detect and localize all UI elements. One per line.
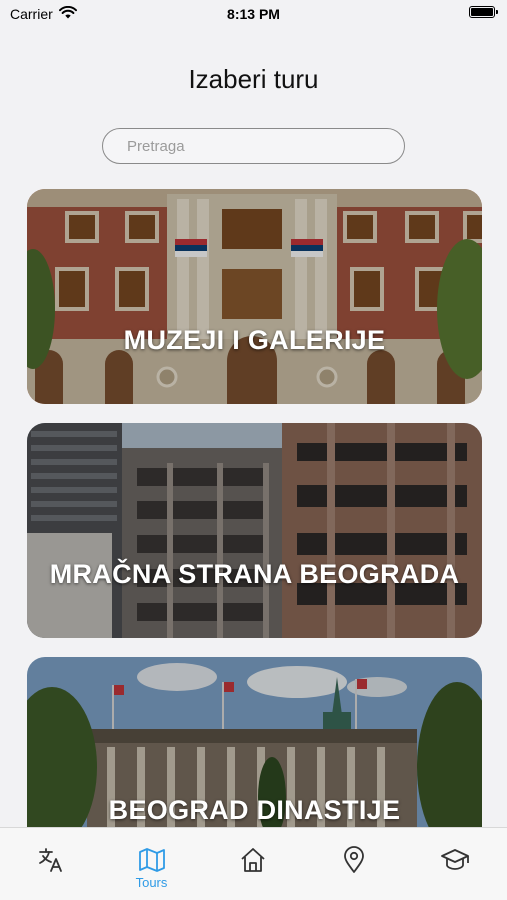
graduation-cap-icon	[440, 846, 470, 874]
location-pin-icon	[340, 846, 368, 874]
tab-tours[interactable]: Tours	[101, 828, 202, 900]
tab-learn[interactable]	[404, 828, 505, 900]
status-bar: Carrier 8:13 PM	[0, 0, 507, 30]
home-icon	[239, 846, 267, 874]
search-input[interactable]	[102, 128, 405, 164]
page-title: Izaberi turu	[188, 64, 319, 94]
tab-tours-label: Tours	[135, 875, 168, 890]
tab-home[interactable]	[202, 828, 303, 900]
translate-icon	[37, 846, 65, 874]
tour-title: MUZEJI I GALERIJE	[123, 325, 386, 355]
tour-title: BEOGRAD DINASTIJE	[108, 795, 401, 825]
battery-icon	[469, 6, 498, 18]
tour-title: MRAČNA STRANA BEOGRADA	[49, 559, 460, 589]
tab-translate[interactable]	[0, 828, 101, 900]
tour-card-dark-side[interactable]: MRAČNA STRANA BEOGRADA	[27, 423, 482, 638]
map-icon	[137, 846, 167, 874]
status-time: 8:13 PM	[227, 6, 280, 22]
tab-location[interactable]	[303, 828, 404, 900]
tour-card-museums[interactable]: MUZEJI I GALERIJE	[27, 189, 482, 404]
tab-bar: Tours	[0, 827, 507, 900]
